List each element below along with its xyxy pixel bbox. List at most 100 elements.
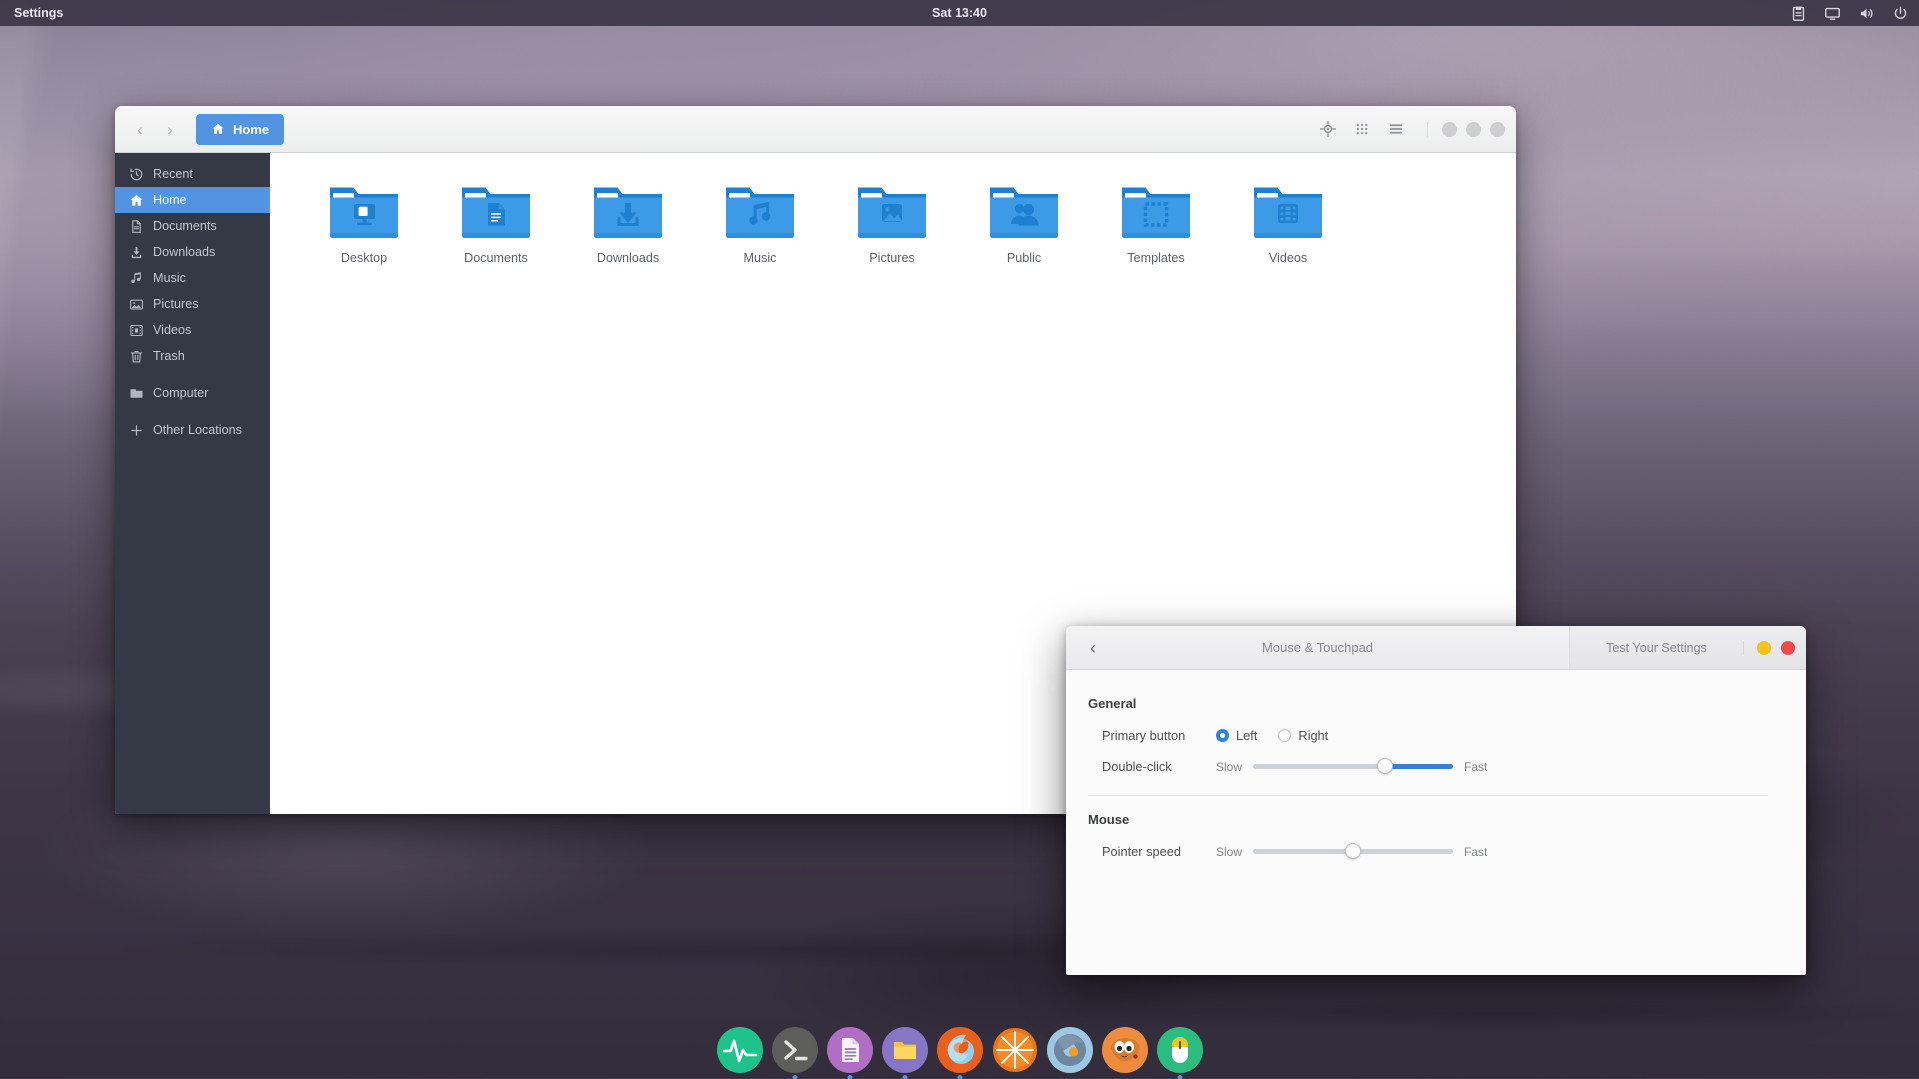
clock-icon (129, 167, 144, 182)
running-indicator (957, 1075, 962, 1079)
double-click-slider-row: Slow Fast (1216, 758, 1487, 774)
file-item-desktop[interactable]: Desktop (298, 173, 430, 265)
test-your-settings-button[interactable]: Test Your Settings (1570, 641, 1743, 655)
dock (716, 1021, 1203, 1079)
file-item-public[interactable]: Public (958, 173, 1090, 265)
file-label: Music (743, 251, 777, 265)
double-click-slider[interactable] (1253, 758, 1454, 774)
display-icon[interactable] (1824, 5, 1841, 22)
radio-right[interactable] (1278, 729, 1292, 742)
sidebar-item-trash[interactable]: Trash (115, 343, 270, 369)
text-editor-icon (826, 1027, 873, 1073)
radio-right-label: Right (1298, 728, 1329, 743)
dock-item-firefox[interactable] (936, 1027, 983, 1079)
running-indicator (902, 1075, 907, 1079)
folder-icon (1252, 183, 1324, 241)
slider-min-label: Slow (1216, 844, 1243, 859)
maximize-button[interactable] (1466, 121, 1481, 137)
menu-icon[interactable] (1381, 114, 1411, 144)
file-item-pictures[interactable]: Pictures (826, 173, 958, 265)
dock-item-mouse-settings[interactable] (1156, 1027, 1203, 1079)
sidebar-item-label: Computer (153, 386, 209, 400)
row-primary-button: Primary button Left Right (1088, 720, 1768, 751)
minimize-button[interactable] (1442, 121, 1457, 137)
panel-clock[interactable]: Sat 13:40 (0, 6, 1919, 20)
file-item-videos[interactable]: Videos (1222, 173, 1354, 265)
film-icon (129, 323, 144, 338)
dock-item-gimp[interactable] (1101, 1027, 1148, 1073)
back-button[interactable]: ‹ (126, 115, 154, 143)
plus-icon (129, 423, 144, 438)
slider-handle[interactable] (1377, 758, 1394, 774)
sidebar-item-downloads[interactable]: Downloads (115, 239, 270, 265)
sidebar-item-pictures[interactable]: Pictures (115, 291, 270, 317)
dock-item-chromium[interactable] (1046, 1027, 1093, 1073)
location-icon[interactable] (1313, 114, 1343, 144)
clipboard-icon[interactable] (1790, 5, 1807, 22)
breadcrumb-home[interactable]: Home (196, 113, 285, 145)
sidebar-item-videos[interactable]: Videos (115, 317, 270, 343)
file-manager-icon (881, 1027, 928, 1073)
download-icon (129, 245, 144, 260)
sidebar-item-other-locations[interactable]: Other Locations (115, 417, 270, 443)
file-label: Public (1006, 251, 1042, 265)
sidebar-item-recent[interactable]: Recent (115, 161, 270, 187)
file-item-documents[interactable]: Documents (430, 173, 562, 265)
navigation-buttons: ‹ › (126, 115, 184, 143)
folder-icon (988, 183, 1060, 241)
power-icon[interactable] (1892, 5, 1909, 22)
file-label: Pictures (869, 251, 915, 265)
orange-slice-icon (992, 1027, 1038, 1073)
file-item-downloads[interactable]: Downloads (562, 173, 694, 265)
sidebar-item-home[interactable]: Home (115, 187, 270, 213)
image-glyph (882, 204, 902, 222)
radio-left[interactable] (1216, 729, 1229, 742)
running-indicator (792, 1075, 797, 1079)
row-double-click: Double-click Slow Fast (1088, 751, 1768, 782)
breadcrumb-label: Home (233, 121, 270, 137)
slider-min-label: Slow (1216, 759, 1243, 774)
folder-icon (129, 386, 144, 401)
chromium-icon (1046, 1027, 1093, 1073)
file-item-music[interactable]: Music (694, 173, 826, 265)
forward-button[interactable]: › (156, 115, 184, 143)
sidebar-item-music[interactable]: Music (115, 265, 270, 291)
file-label: Downloads (596, 251, 660, 265)
primary-button-radio-group: Left Right (1216, 728, 1342, 743)
sidebar-item-label: Trash (153, 349, 185, 363)
grid-view-icon[interactable] (1347, 114, 1377, 144)
settings-header-right: Test Your Settings (1570, 626, 1806, 669)
dock-item-system-monitor[interactable] (716, 1027, 763, 1073)
system-monitor-icon (716, 1027, 763, 1073)
folder-icon (592, 183, 664, 241)
film-glyph (1278, 204, 1298, 223)
folder-icon (460, 183, 532, 241)
dock-item-orange-slice[interactable] (992, 1027, 1038, 1073)
close-button[interactable] (1781, 640, 1795, 655)
top-panel: Settings Sat 13:40 (0, 0, 1919, 26)
dock-item-terminal[interactable] (771, 1027, 818, 1079)
close-button[interactable] (1490, 121, 1505, 137)
section-title-mouse: Mouse (1088, 812, 1130, 827)
file-manager-window-buttons (1427, 121, 1505, 137)
section-title-general: General (1088, 696, 1137, 711)
pointer-speed-slider[interactable] (1253, 843, 1454, 859)
sidebar-item-documents[interactable]: Documents (115, 213, 270, 239)
sidebar-separator (115, 369, 270, 380)
pointer-speed-slider-row: Slow Fast (1216, 843, 1487, 859)
minimize-button[interactable] (1757, 640, 1771, 655)
sidebar-item-computer[interactable]: Computer (115, 380, 270, 406)
sidebar-item-label: Downloads (153, 245, 216, 259)
volume-icon[interactable] (1858, 5, 1875, 22)
file-manager-header: ‹ › Home (115, 106, 1516, 153)
running-indicator (847, 1075, 852, 1079)
dock-item-text-editor[interactable] (826, 1027, 873, 1079)
slider-handle[interactable] (1345, 843, 1362, 859)
file-item-templates[interactable]: Templates (1090, 173, 1222, 265)
home-icon (129, 193, 144, 208)
dock-item-file-manager[interactable] (881, 1027, 928, 1079)
primary-button-label: Primary button (1102, 728, 1186, 743)
running-indicator (1177, 1075, 1182, 1079)
sidebar-item-label: Home (153, 193, 187, 207)
file-label: Videos (1268, 251, 1308, 265)
